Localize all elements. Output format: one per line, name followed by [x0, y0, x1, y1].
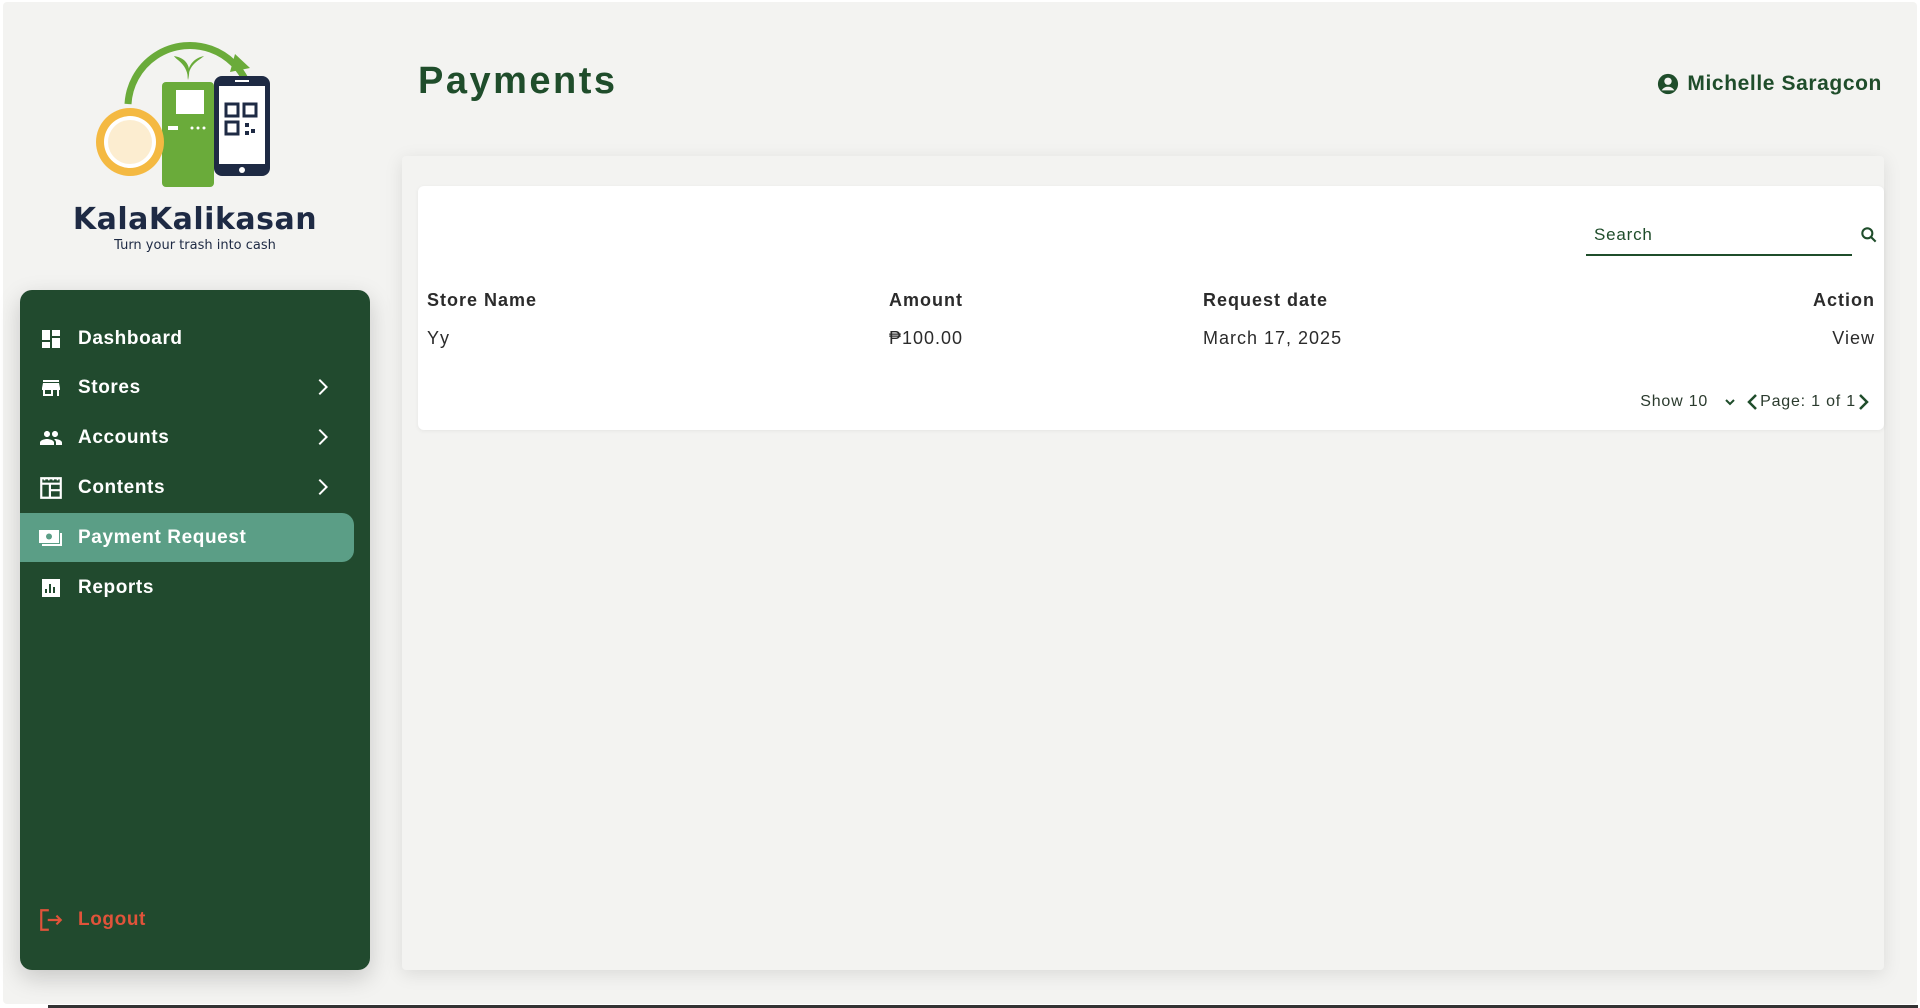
- sidebar-item-accounts[interactable]: Accounts: [20, 413, 354, 462]
- sidebar-item-label: Stores: [78, 376, 141, 398]
- next-page-button[interactable]: [1856, 392, 1872, 412]
- column-header-request-date[interactable]: Request date: [1203, 290, 1328, 311]
- view-link[interactable]: View: [1832, 328, 1875, 349]
- pagination: Show 10 Page: 1 of 1: [1640, 392, 1872, 412]
- sidebar-item-stores[interactable]: Stores: [20, 363, 354, 412]
- sidebar-item-label: Dashboard: [78, 327, 183, 349]
- sidebar-item-label: Accounts: [78, 426, 170, 448]
- chevron-right-icon[interactable]: [310, 475, 334, 499]
- search-box: [1586, 216, 1852, 256]
- rows-per-page-select[interactable]: Show 10: [1640, 393, 1738, 411]
- sidebar: Dashboard Stores Accounts Contents Payme…: [20, 290, 370, 970]
- brand-name: KalaKalikasan: [72, 202, 318, 237]
- sidebar-item-dashboard[interactable]: Dashboard: [20, 314, 354, 363]
- search-input[interactable]: [1586, 216, 1796, 254]
- search-button[interactable]: [1852, 216, 1886, 254]
- rows-per-page-label: Show 10: [1640, 393, 1709, 410]
- dashboard-icon: [38, 326, 64, 352]
- cell-store-name: Yy: [427, 328, 451, 348]
- column-header-amount[interactable]: Amount: [889, 290, 963, 311]
- logout-icon: [38, 907, 64, 933]
- chevron-right-icon: [1859, 394, 1869, 410]
- chevron-right-icon[interactable]: [310, 425, 334, 449]
- logout-button[interactable]: Logout: [20, 900, 354, 940]
- page-indicator: Page: 1 of 1: [1760, 393, 1856, 410]
- payments-card: Store Name Amount Request date Action Yy…: [418, 186, 1884, 430]
- search-icon: [1861, 227, 1877, 243]
- prev-page-button[interactable]: [1744, 392, 1760, 412]
- cash-icon: [38, 525, 64, 551]
- page-title: Payments: [418, 60, 618, 102]
- user-name: Michelle Saragcon: [1687, 72, 1882, 95]
- layout-icon: [38, 475, 64, 501]
- chevron-left-icon: [1747, 394, 1757, 410]
- sidebar-item-payment-request[interactable]: Payment Request: [20, 513, 354, 562]
- account-circle-icon: [1658, 73, 1679, 95]
- chevron-down-icon: [1725, 399, 1735, 406]
- people-icon: [38, 425, 64, 451]
- sidebar-item-label: Payment Request: [78, 526, 247, 548]
- brand-tagline: Turn your trash into cash: [114, 238, 276, 253]
- user-menu[interactable]: Michelle Saragcon: [1657, 72, 1882, 96]
- bar-chart-icon: [38, 575, 64, 601]
- sidebar-item-label: Reports: [78, 576, 154, 598]
- sidebar-item-label: Contents: [78, 476, 166, 498]
- store-icon: [38, 375, 64, 401]
- sidebar-item-contents[interactable]: Contents: [20, 463, 354, 512]
- column-header-store-name[interactable]: Store Name: [427, 290, 537, 311]
- kalakalikasan-logo: [96, 42, 270, 187]
- sidebar-item-reports[interactable]: Reports: [20, 563, 354, 612]
- logout-label: Logout: [78, 909, 146, 930]
- cell-request-date: March 17, 2025: [1203, 328, 1343, 348]
- column-header-action: Action: [1813, 290, 1875, 310]
- cell-amount: ₱100.00: [889, 328, 964, 348]
- chevron-right-icon[interactable]: [310, 375, 334, 399]
